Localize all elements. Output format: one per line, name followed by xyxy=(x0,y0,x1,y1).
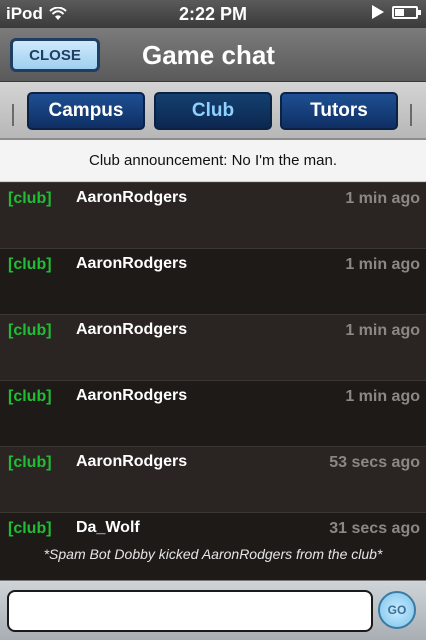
pin-decoration xyxy=(12,104,14,126)
list-item[interactable]: [club] Da_Wolf 31 secs ago *Spam Bot Dob… xyxy=(0,512,426,580)
channel-tag: [club] xyxy=(8,190,52,207)
timestamp: 1 min ago xyxy=(345,322,420,339)
username[interactable]: AaronRodgers xyxy=(76,189,187,207)
status-bar: iPod 2:22 PM xyxy=(0,0,426,28)
tab-campus[interactable]: Campus xyxy=(27,92,145,130)
timestamp: 53 secs ago xyxy=(329,454,420,471)
timestamp: 1 min ago xyxy=(345,190,420,207)
go-button[interactable]: GO xyxy=(378,591,416,629)
username[interactable]: AaronRodgers xyxy=(76,321,187,339)
club-announcement: Club announcement: No I'm the man. xyxy=(0,140,426,182)
list-item[interactable]: [club] AaronRodgers 1 min ago xyxy=(0,380,426,446)
page-title: Game chat xyxy=(142,40,275,70)
list-item[interactable]: [club] AaronRodgers 1 min ago xyxy=(0,182,426,248)
close-button[interactable]: CLOSE xyxy=(10,38,100,72)
message-list[interactable]: [club] AaronRodgers 1 min ago [club] Aar… xyxy=(0,182,426,580)
status-time: 2:22 PM xyxy=(178,4,248,24)
timestamp: 1 min ago xyxy=(345,256,420,273)
channel-tag: [club] xyxy=(8,322,52,339)
message-text: *Spam Bot Dobby kicked AaronRodgers from… xyxy=(43,546,383,562)
username[interactable]: AaronRodgers xyxy=(76,255,187,273)
header: CLOSE Game chat xyxy=(0,28,426,82)
compose-bar: GO xyxy=(0,580,426,640)
tab-tutors[interactable]: Tutors xyxy=(280,92,398,130)
username[interactable]: Da_Wolf xyxy=(76,519,140,537)
list-item[interactable]: [club] AaronRodgers 53 secs ago xyxy=(0,446,426,512)
chat-input[interactable] xyxy=(7,590,373,632)
timestamp: 1 min ago xyxy=(345,388,420,405)
timestamp: 31 secs ago xyxy=(329,520,420,537)
tab-club[interactable]: Club xyxy=(154,92,272,130)
channel-tag: [club] xyxy=(8,454,52,471)
pin-decoration xyxy=(410,104,412,126)
channel-tag: [club] xyxy=(8,520,52,537)
channel-tag: [club] xyxy=(8,388,52,405)
play-icon xyxy=(372,5,384,19)
list-item[interactable]: [club] AaronRodgers 1 min ago xyxy=(0,314,426,380)
username[interactable]: AaronRodgers xyxy=(76,453,187,471)
username[interactable]: AaronRodgers xyxy=(76,387,187,405)
list-item[interactable]: [club] AaronRodgers 1 min ago xyxy=(0,248,426,314)
channel-tag: [club] xyxy=(8,256,52,273)
battery-icon xyxy=(392,5,421,19)
tab-bar: Campus Club Tutors xyxy=(0,82,426,140)
